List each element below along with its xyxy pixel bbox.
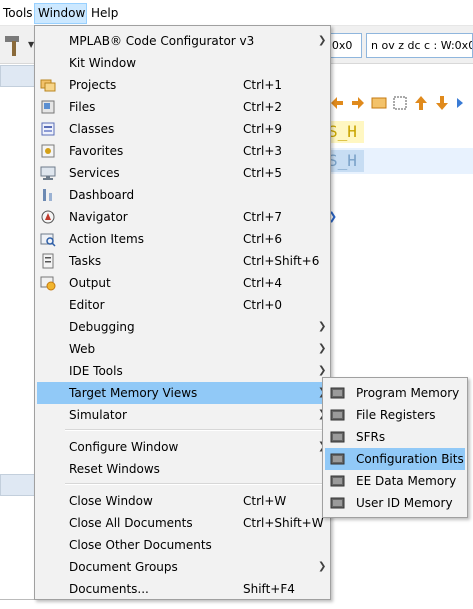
- action-items-icon: [40, 233, 56, 247]
- menu-item-debugging[interactable]: Debugging ❯: [37, 316, 328, 338]
- menu-item-ide-tools[interactable]: IDE Tools ❯: [37, 360, 328, 382]
- tasks-icon: [42, 253, 54, 269]
- menu-tools[interactable]: Tools: [0, 3, 36, 24]
- menu-item-documents[interactable]: Documents... Shift+F4: [37, 578, 328, 600]
- memory-chip-icon: [330, 431, 345, 443]
- menu-item-files[interactable]: Files Ctrl+2: [37, 96, 328, 118]
- submenu-arrow-icon: ❯: [318, 321, 327, 332]
- submenu-arrow-icon: ❯: [318, 35, 327, 46]
- memory-chip-icon: [330, 453, 345, 465]
- menu-item-configure-window[interactable]: Configure Window ❯: [37, 436, 328, 458]
- menu-item-close-all-documents[interactable]: Close All Documents Ctrl+Shift+W: [37, 512, 328, 534]
- menu-item-simulator[interactable]: Simulator ❯: [37, 404, 328, 426]
- services-icon: [40, 166, 56, 180]
- left-panel-divider: [0, 599, 36, 600]
- dashboard-icon: [43, 189, 52, 201]
- submenu-arrow-icon: ❯: [318, 561, 327, 572]
- status-flags-readout-field: n ov z dc c : W:0x0 :: [366, 33, 473, 58]
- menu-separator: [65, 429, 327, 431]
- submenu-arrow-icon: ❯: [318, 343, 327, 354]
- submenu-item-program-memory[interactable]: Program Memory: [325, 382, 465, 404]
- submenu-item-file-registers[interactable]: File Registers: [325, 404, 465, 426]
- left-panel-tab[interactable]: [0, 65, 36, 87]
- menu-bar: Tools Window Help: [0, 0, 473, 26]
- menu-item-services[interactable]: Services Ctrl+5: [37, 162, 328, 184]
- menu-help[interactable]: Help: [88, 3, 121, 24]
- projects-icon: [40, 79, 56, 92]
- shift-right-icon[interactable]: [433, 94, 451, 112]
- menu-item-favorites[interactable]: Favorites Ctrl+3: [37, 140, 328, 162]
- memory-chip-icon: [330, 387, 345, 399]
- window-menu: MPLAB® Code Configurator v3 ❯ Kit Window…: [34, 25, 331, 600]
- left-panel-tab-lower[interactable]: [0, 474, 36, 496]
- submenu-item-sfrs[interactable]: SFRs: [325, 426, 465, 448]
- files-icon: [41, 100, 55, 114]
- find-next-icon[interactable]: [349, 94, 367, 112]
- code-snippet-2: S_H: [328, 150, 364, 172]
- menu-item-action-items[interactable]: Action Items Ctrl+6: [37, 228, 328, 250]
- left-panel: [0, 64, 36, 609]
- memory-chip-icon: [330, 475, 345, 487]
- target-memory-views-submenu: Program Memory File Registers SFRs Confi…: [322, 377, 468, 518]
- toggle-highlight-icon[interactable]: [370, 94, 388, 112]
- memory-chip-icon: [330, 497, 345, 509]
- menu-separator: [65, 483, 327, 485]
- code-snippet-1: S_H: [328, 121, 364, 143]
- menu-item-close-window[interactable]: Close Window Ctrl+W: [37, 490, 328, 512]
- classes-icon: [41, 122, 55, 136]
- menu-item-tasks[interactable]: Tasks Ctrl+Shift+6: [37, 250, 328, 272]
- menu-item-target-memory-views[interactable]: Target Memory Views ❯: [37, 382, 328, 404]
- menu-item-navigator[interactable]: Navigator Ctrl+7: [37, 206, 328, 228]
- comment-icon[interactable]: [454, 94, 472, 112]
- menu-item-dashboard[interactable]: Dashboard: [37, 184, 328, 206]
- memory-chip-icon: [330, 409, 345, 421]
- submenu-item-configuration-bits[interactable]: Configuration Bits: [325, 448, 465, 470]
- navigator-icon: [41, 210, 55, 224]
- menu-window[interactable]: Window: [34, 3, 87, 24]
- submenu-item-user-id-memory[interactable]: User ID Memory: [325, 492, 465, 514]
- menu-item-web[interactable]: Web ❯: [37, 338, 328, 360]
- favorites-icon: [41, 144, 55, 158]
- menu-item-output[interactable]: Output Ctrl+4: [37, 272, 328, 294]
- menu-item-kit-window[interactable]: Kit Window: [37, 52, 328, 74]
- editor-toolbar: [328, 94, 473, 116]
- build-hammer-icon[interactable]: [2, 32, 28, 58]
- shift-left-icon[interactable]: [412, 94, 430, 112]
- menu-item-projects[interactable]: Projects Ctrl+1: [37, 74, 328, 96]
- editor-area: [328, 64, 473, 609]
- menu-item-close-other-documents[interactable]: Close Other Documents: [37, 534, 328, 556]
- submenu-item-ee-data-memory[interactable]: EE Data Memory: [325, 470, 465, 492]
- menu-item-reset-windows[interactable]: Reset Windows: [37, 458, 328, 480]
- menu-item-mplab-code-configurator[interactable]: MPLAB® Code Configurator v3 ❯: [37, 30, 328, 52]
- menu-item-editor[interactable]: Editor Ctrl+0: [37, 294, 328, 316]
- toggle-rect-select-icon[interactable]: [391, 94, 409, 112]
- menu-item-classes[interactable]: Classes Ctrl+9: [37, 118, 328, 140]
- menu-item-document-groups[interactable]: Document Groups ❯: [37, 556, 328, 578]
- output-icon: [40, 276, 56, 291]
